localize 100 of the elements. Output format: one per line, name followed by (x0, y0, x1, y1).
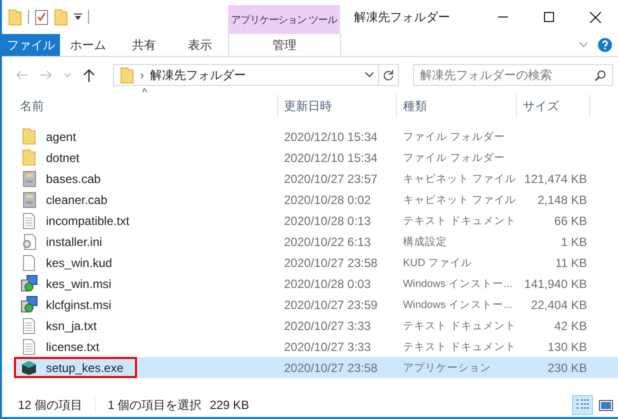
modified-date: 2020/10/22 6:13 (283, 234, 372, 248)
installer-icon (20, 296, 38, 313)
file-name: klcfginst.msi (46, 298, 112, 312)
modified-date: 2020/10/28 0:03 (283, 276, 372, 290)
checklist-icon[interactable] (35, 9, 48, 25)
file-size: 42 KB (553, 318, 588, 332)
file-name: incompatible.txt (46, 214, 130, 228)
picture-icon (598, 400, 612, 410)
text-file-icon (23, 338, 35, 354)
file-name: setup_kes.exe (46, 360, 124, 374)
window-title: 解凍先フォルダー (353, 8, 451, 26)
search-field[interactable]: 解凍先フォルダーの検索 (413, 64, 613, 86)
column-header[interactable]: 種類 (397, 94, 517, 118)
refresh-button[interactable] (379, 64, 399, 86)
settings-file-icon (22, 234, 36, 250)
file-type: Windows インストー... (403, 276, 512, 290)
column-header[interactable]: 名前 (14, 94, 278, 118)
maximize-icon[interactable] (544, 12, 554, 22)
new-folder-icon (54, 8, 68, 26)
cabinet-file-icon (22, 192, 36, 208)
dropdown-icon[interactable] (365, 72, 374, 78)
file-type: ファイル フォルダー (403, 150, 505, 164)
up-icon[interactable] (83, 68, 95, 82)
file-type: テキスト ドキュメント (403, 340, 516, 354)
details-view-button[interactable] (572, 395, 593, 415)
file-size: 22,404 KB (530, 298, 588, 312)
file-size: 11 KB (554, 256, 588, 270)
file-type: ファイル フォルダー (403, 130, 505, 144)
minimize-icon[interactable] (498, 16, 508, 18)
file-name: kes_win.kud (46, 256, 112, 270)
file-row[interactable]: agent 2020/12/10 15:34 ファイル フォルダー (14, 126, 618, 147)
search-icon[interactable] (595, 70, 606, 80)
item-count: 12 個の項目 (18, 396, 96, 414)
installer-icon (20, 275, 38, 292)
close-icon[interactable] (590, 12, 600, 22)
file-name: installer.ini (46, 234, 102, 248)
selection-count: 1 個の項目を選択 (108, 396, 202, 414)
file-row[interactable]: setup_kes.exe 2020/10/27 23:58 アプリケーション 230 KB (14, 357, 618, 378)
ribbon-tab[interactable]: 管理 (228, 34, 341, 56)
modified-date: 2020/10/28 0:02 (283, 192, 372, 206)
modified-date: 2020/10/27 3:33 (283, 340, 372, 354)
folder-icon (22, 149, 36, 166)
file-type: キャビネット ファイル (403, 172, 516, 186)
modified-date: 2020/12/10 15:34 (283, 150, 378, 164)
file-name: kes_win.msi (46, 276, 112, 290)
expand-ribbon-icon[interactable] (579, 42, 588, 48)
modified-date: 2020/10/27 23:59 (283, 298, 378, 312)
refresh-icon (383, 69, 394, 81)
file-size: 230 KB (546, 360, 588, 374)
file-row[interactable]: ksn_ja.txt 2020/10/27 3:33 テキスト ドキュメント 42 KB (14, 315, 618, 336)
ribbon-tab[interactable]: ホーム (60, 34, 116, 56)
modified-date: 2020/10/27 3:33 (283, 318, 372, 332)
modified-date: 2020/10/27 23:57 (283, 172, 378, 186)
dropdown-icon[interactable] (74, 13, 82, 21)
column-header[interactable]: サイズ (517, 94, 590, 118)
help-icon[interactable] (598, 38, 612, 52)
context-tab-label: アプリケーション ツール (228, 5, 340, 34)
modified-date: 2020/10/27 23:58 (283, 256, 378, 270)
application-icon (21, 360, 37, 376)
file-icon (23, 254, 35, 270)
file-type: テキスト ドキュメント (403, 318, 516, 332)
text-file-icon (23, 318, 35, 334)
cabinet-file-icon (22, 170, 36, 186)
file-type: キャビネット ファイル (403, 192, 516, 206)
file-row[interactable]: kes_win.msi 2020/10/28 0:03 Windows インストー... 141,940 KB (14, 273, 618, 294)
ribbon-tab[interactable]: ファイル (2, 34, 60, 56)
file-type: 構成設定 (403, 234, 447, 248)
file-size: 130 KB (546, 340, 588, 354)
file-name: ksn_ja.txt (46, 318, 97, 332)
file-type: テキスト ドキュメント (403, 214, 516, 228)
ribbon-tab[interactable]: 共有 (116, 34, 172, 56)
file-row[interactable]: kes_win.kud 2020/10/27 23:58 KUD ファイル 11 KB (14, 252, 618, 273)
file-name: license.txt (46, 340, 100, 354)
file-size: 1 KB (560, 234, 588, 248)
file-name: agent (46, 130, 76, 144)
file-row[interactable]: bases.cab 2020/10/27 23:57 キャビネット ファイル 121,474 KB (14, 168, 618, 189)
modified-date: 2020/10/28 0:13 (283, 214, 372, 228)
modified-date: 2020/12/10 15:34 (283, 130, 378, 144)
file-row[interactable]: cleaner.cab 2020/10/28 0:02 キャビネット ファイル 2,148 KB (14, 189, 618, 210)
selection-size: 229 KB (210, 398, 250, 412)
file-size: 66 KB (553, 214, 588, 228)
text-file-icon (23, 212, 35, 228)
column-header[interactable]: 更新日時 (278, 94, 397, 118)
folder-icon (8, 8, 22, 26)
ribbon-tab[interactable]: 表示 (172, 34, 228, 56)
file-size: 141,940 KB (523, 276, 588, 290)
file-size: 121,474 KB (523, 172, 588, 186)
folder-icon (22, 128, 36, 145)
address-bar[interactable]: › 解凍先フォルダー (113, 64, 379, 86)
file-row[interactable]: dotnet 2020/12/10 15:34 ファイル フォルダー (14, 147, 618, 168)
file-size: 2,148 KB (536, 192, 588, 206)
details-icon (576, 399, 589, 411)
file-type: アプリケーション (403, 360, 491, 374)
file-name: cleaner.cab (46, 192, 108, 206)
file-row[interactable]: installer.ini 2020/10/22 6:13 構成設定 1 KB (14, 231, 618, 252)
folder-icon (120, 66, 134, 84)
file-row[interactable]: license.txt 2020/10/27 3:33 テキスト ドキュメント 130 KB (14, 336, 618, 357)
file-row[interactable]: klcfginst.msi 2020/10/27 23:59 Windows インストー... 22,404 KB (14, 294, 618, 315)
file-type: Windows インストー... (403, 298, 512, 312)
file-row[interactable]: incompatible.txt 2020/10/28 0:13 テキスト ドキュメント 66 KB (14, 210, 618, 231)
